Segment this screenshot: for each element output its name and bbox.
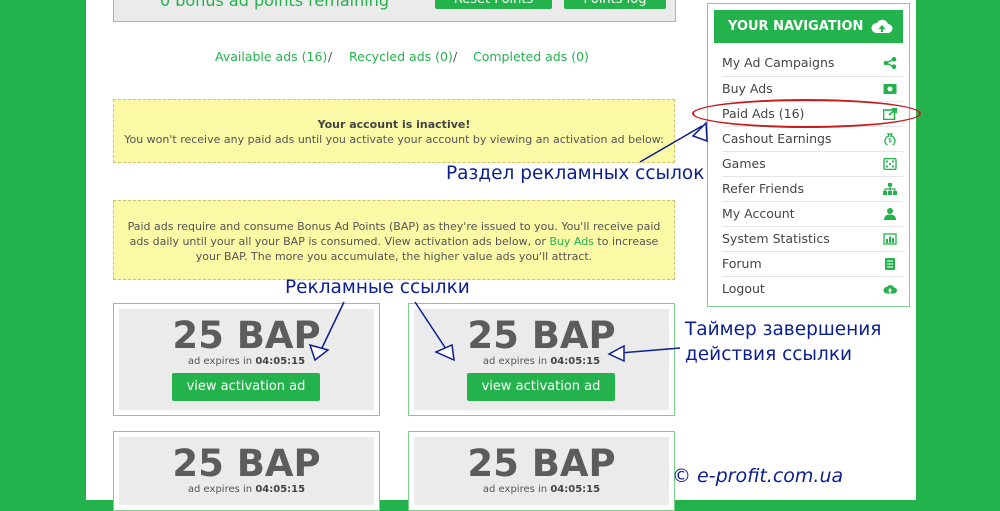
arrow-to-ad-2: [414, 301, 449, 353]
annotation-ads: Рекламные ссылки: [285, 277, 470, 298]
arrow-head: [691, 121, 708, 143]
annotation-timer-line2: действия ссылки: [685, 344, 853, 365]
arrow-to-paid-ads: [639, 125, 703, 163]
watermark: © e-profit.com.ua: [672, 465, 844, 487]
annotation-arrows: [308, 121, 708, 363]
arrow-head: [607, 344, 625, 363]
arrow-to-ad-1: [319, 301, 345, 353]
arrow-to-timer: [619, 347, 681, 354]
arrow-head: [308, 343, 330, 362]
arrow-head: [434, 343, 455, 362]
annotation-section: Раздел рекламных ссылок: [446, 163, 705, 184]
annotation-timer-line1: Таймер завершения: [685, 319, 882, 340]
